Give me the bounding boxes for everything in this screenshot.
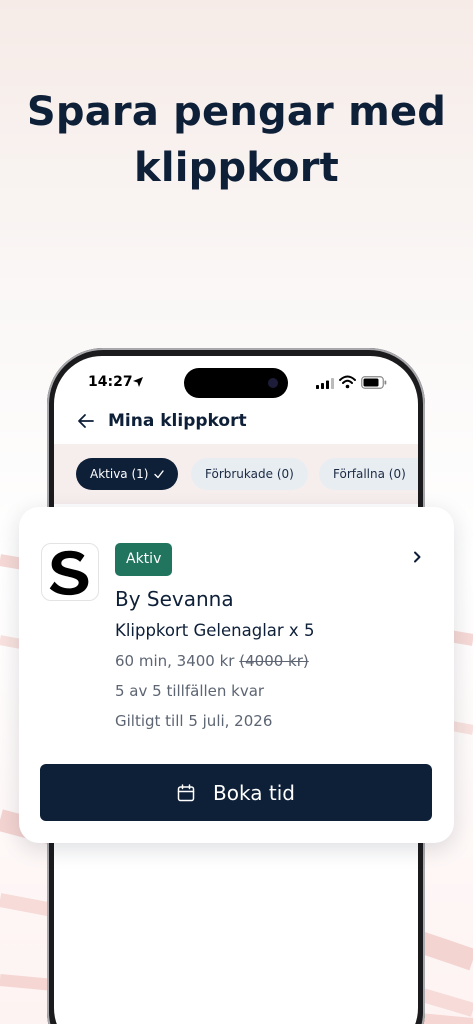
filter-chip-used[interactable]: Förbrukade (0) bbox=[191, 458, 308, 490]
provider-logo-mark bbox=[49, 550, 89, 596]
location-arrow-icon bbox=[133, 377, 143, 387]
provider-name: By Sevanna bbox=[115, 587, 234, 611]
filter-bar: Aktiva (1) Förbrukade (0) Förfallna (0) bbox=[54, 444, 418, 504]
filter-chip-active[interactable]: Aktiva (1) bbox=[76, 458, 179, 490]
valid-until: Giltigt till 5 juli, 2026 bbox=[115, 712, 273, 730]
wifi-icon bbox=[339, 375, 356, 389]
status-time: 14:27 bbox=[88, 374, 133, 390]
status-bar: 14:27 bbox=[54, 356, 418, 410]
filter-chip-label: Förbrukade (0) bbox=[205, 467, 294, 481]
price-line: 60 min, 3400 kr (4000 kr) bbox=[115, 652, 309, 670]
filter-chip-label: Förfallna (0) bbox=[333, 467, 406, 481]
product-name: Klippkort Gelenaglar x 5 bbox=[115, 621, 315, 640]
cellular-signal-icon bbox=[316, 378, 334, 389]
provider-logo bbox=[41, 543, 99, 601]
camera-dot bbox=[268, 378, 278, 388]
screen-title: Mina klippkort bbox=[108, 411, 247, 431]
duration-price: 60 min, 3400 kr bbox=[115, 652, 235, 670]
battery-icon bbox=[361, 376, 387, 389]
filter-chip-expired[interactable]: Förfallna (0) bbox=[319, 458, 418, 490]
page-headline: Spara pengar med klippkort bbox=[26, 89, 447, 191]
chevron-right-icon[interactable] bbox=[410, 550, 424, 564]
calendar-icon bbox=[177, 783, 195, 801]
book-button-label: Boka tid bbox=[213, 780, 295, 805]
filter-chip-label: Aktiva (1) bbox=[90, 467, 149, 481]
punch-card[interactable]: Aktiv By Sevanna Klippkort Gelenaglar x … bbox=[19, 507, 454, 843]
book-time-button[interactable]: Boka tid bbox=[40, 764, 432, 821]
dynamic-island bbox=[184, 368, 288, 398]
original-price: (4000 kr) bbox=[239, 652, 309, 670]
status-badge: Aktiv bbox=[115, 543, 173, 576]
arrow-left-icon[interactable] bbox=[76, 411, 96, 431]
remaining-sessions: 5 av 5 tillfällen kvar bbox=[115, 682, 265, 700]
check-icon bbox=[154, 470, 165, 479]
